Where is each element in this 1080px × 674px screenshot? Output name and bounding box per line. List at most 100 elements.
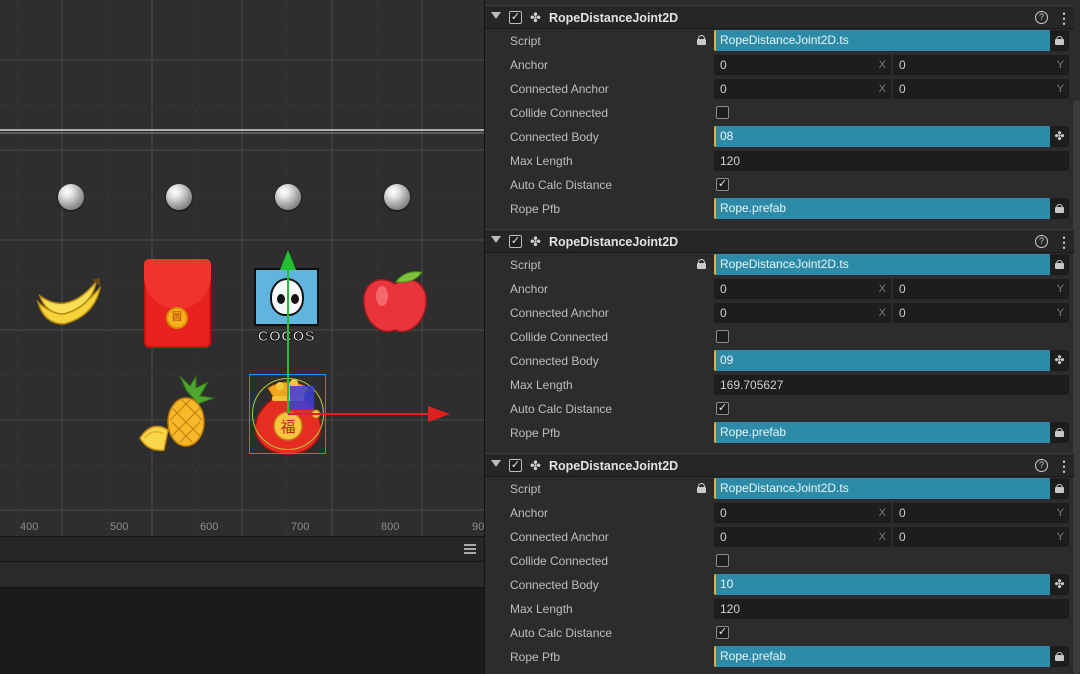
prop-label-auto-calc-distance: Auto Calc Distance xyxy=(510,178,613,192)
script-asset-field[interactable]: RopeDistanceJoint2D.ts xyxy=(714,254,1069,275)
asset-picker-button[interactable] xyxy=(1050,422,1069,443)
puzzle-component-icon: ✤ xyxy=(530,458,541,473)
max-length-input[interactable]: 120 xyxy=(714,151,1069,171)
connected-body-value: 08 xyxy=(720,129,734,143)
axis-label-900: 90 xyxy=(472,521,484,533)
connected-body-value: 09 xyxy=(720,353,734,367)
axis-y-label: Y xyxy=(1056,59,1064,71)
rope-pfb-asset-field[interactable]: Rope.prefab xyxy=(714,646,1069,667)
prop-label-connected-anchor: Connected Anchor xyxy=(510,530,609,544)
collapse-caret-icon[interactable] xyxy=(491,12,501,19)
collide-connected-checkbox[interactable] xyxy=(716,554,729,567)
node-picker-icon[interactable]: ✤ xyxy=(1050,574,1069,595)
axis-x-label: X xyxy=(878,307,886,319)
prop-label-anchor: Anchor xyxy=(510,506,549,520)
inspector-scrollbar[interactable] xyxy=(1073,100,1080,674)
transform-gizmo[interactable] xyxy=(270,248,460,428)
component-enabled-checkbox[interactable]: ✓ xyxy=(509,459,522,472)
component-title: RopeDistanceJoint2D xyxy=(549,459,679,473)
prop-label-auto-calc-distance: Auto Calc Distance xyxy=(510,402,613,416)
connected-anchor-x-input[interactable]: 0X xyxy=(714,303,891,323)
connected-anchor-y-value: 0 xyxy=(899,306,906,320)
auto-calc-distance-checkbox[interactable]: ✓ xyxy=(716,626,729,639)
asset-picker-button[interactable] xyxy=(1050,198,1069,219)
anchor-x-input[interactable]: 0X xyxy=(714,279,891,299)
connected-body-field[interactable]: 10 ✤ xyxy=(714,574,1069,595)
help-icon[interactable]: ? xyxy=(1035,459,1048,472)
anchor-ball-1[interactable] xyxy=(58,184,84,210)
anchor-y-input[interactable]: 0Y xyxy=(893,503,1069,523)
component-enabled-checkbox[interactable]: ✓ xyxy=(509,11,522,24)
prop-label-anchor: Anchor xyxy=(510,282,549,296)
max-length-input[interactable]: 169.705627 xyxy=(714,375,1069,395)
axis-y-label: Y xyxy=(1056,83,1064,95)
help-icon[interactable]: ? xyxy=(1035,11,1048,24)
more-options-icon[interactable]: ⋮ xyxy=(1057,234,1071,250)
prop-label-max-length: Max Length xyxy=(510,154,573,168)
prop-row-script: Script RopeDistanceJoint2D.ts xyxy=(485,253,1074,277)
rope-pfb-asset-field[interactable]: Rope.prefab xyxy=(714,198,1069,219)
connected-anchor-y-input[interactable]: 0Y xyxy=(893,303,1069,323)
prop-label-rope-pfb: Rope Pfb xyxy=(510,650,561,664)
red-envelope-sprite[interactable]: 圆 xyxy=(144,259,211,348)
component-header[interactable]: ✓ ✤ RopeDistanceJoint2D ? ⋮ xyxy=(485,229,1074,253)
connected-body-field[interactable]: 08 ✤ xyxy=(714,126,1069,147)
rope-pfb-asset-field[interactable]: Rope.prefab xyxy=(714,422,1069,443)
collapse-caret-icon[interactable] xyxy=(491,236,501,243)
collide-connected-checkbox[interactable] xyxy=(716,330,729,343)
auto-calc-distance-checkbox[interactable]: ✓ xyxy=(716,178,729,191)
node-picker-icon[interactable]: ✤ xyxy=(1050,126,1069,147)
node-picker-icon[interactable]: ✤ xyxy=(1050,350,1069,371)
prop-row-max-length: Max Length 120 xyxy=(485,597,1074,621)
axis-label-600: 600 xyxy=(200,521,219,533)
component-header[interactable]: ✓ ✤ RopeDistanceJoint2D ? ⋮ xyxy=(485,5,1074,29)
more-options-icon[interactable]: ⋮ xyxy=(1057,10,1071,26)
axis-y-label: Y xyxy=(1056,531,1064,543)
more-options-icon[interactable]: ⋮ xyxy=(1057,458,1071,474)
axis-x-label: X xyxy=(878,59,886,71)
collide-connected-checkbox[interactable] xyxy=(716,106,729,119)
asset-picker-button[interactable] xyxy=(1050,254,1069,275)
anchor-x-value: 0 xyxy=(720,282,727,296)
connected-anchor-x-input[interactable]: 0X xyxy=(714,527,891,547)
connected-anchor-x-input[interactable]: 0X xyxy=(714,79,891,99)
component-enabled-checkbox[interactable]: ✓ xyxy=(509,235,522,248)
anchor-ball-4[interactable] xyxy=(384,184,410,210)
banana-sprite[interactable] xyxy=(34,276,106,332)
anchor-x-input[interactable]: 0X xyxy=(714,503,891,523)
pineapple-sprite[interactable] xyxy=(138,376,216,454)
script-asset-field[interactable]: RopeDistanceJoint2D.ts xyxy=(714,478,1069,499)
anchor-y-input[interactable]: 0Y xyxy=(893,55,1069,75)
help-icon[interactable]: ? xyxy=(1035,235,1048,248)
asset-picker-button[interactable] xyxy=(1050,30,1069,51)
asset-picker-button[interactable] xyxy=(1050,478,1069,499)
asset-picker-button[interactable] xyxy=(1050,646,1069,667)
anchor-y-input[interactable]: 0Y xyxy=(893,279,1069,299)
script-asset-field[interactable]: RopeDistanceJoint2D.ts xyxy=(714,30,1069,51)
prop-label-connected-body: Connected Body xyxy=(510,578,599,592)
anchor-ball-3[interactable] xyxy=(275,184,301,210)
xy-plane-handle-icon xyxy=(290,386,314,410)
asset-lock-icon xyxy=(1055,652,1064,661)
collapse-caret-icon[interactable] xyxy=(491,460,501,467)
connected-body-field[interactable]: 09 ✤ xyxy=(714,350,1069,371)
anchor-ball-2[interactable] xyxy=(166,184,192,210)
prop-label-rope-pfb: Rope Pfb xyxy=(510,202,561,216)
auto-calc-distance-checkbox[interactable]: ✓ xyxy=(716,402,729,415)
scene-view[interactable]: 圆 COCOS 福 400 500 600 700 800 90 xyxy=(0,0,484,674)
connected-anchor-y-input[interactable]: 0Y xyxy=(893,527,1069,547)
prop-row-anchor: Anchor 0X 0Y xyxy=(485,53,1074,77)
connected-anchor-x-value: 0 xyxy=(720,82,727,96)
rope-distance-joint-component: ✓ ✤ RopeDistanceJoint2D ? ⋮ Script RopeD… xyxy=(485,453,1074,669)
scene-grid[interactable]: 圆 COCOS 福 400 500 600 700 800 90 xyxy=(0,0,484,536)
anchor-x-input[interactable]: 0X xyxy=(714,55,891,75)
max-length-value: 120 xyxy=(720,602,741,616)
prop-row-collide-connected: Collide Connected xyxy=(485,101,1074,125)
envelope-seal: 圆 xyxy=(166,307,188,329)
max-length-input[interactable]: 120 xyxy=(714,599,1069,619)
hamburger-menu-icon[interactable] xyxy=(464,544,476,554)
axis-x-label: X xyxy=(878,83,886,95)
connected-anchor-y-input[interactable]: 0Y xyxy=(893,79,1069,99)
component-header[interactable]: ✓ ✤ RopeDistanceJoint2D ? ⋮ xyxy=(485,453,1074,477)
prop-row-anchor: Anchor 0X 0Y xyxy=(485,277,1074,301)
